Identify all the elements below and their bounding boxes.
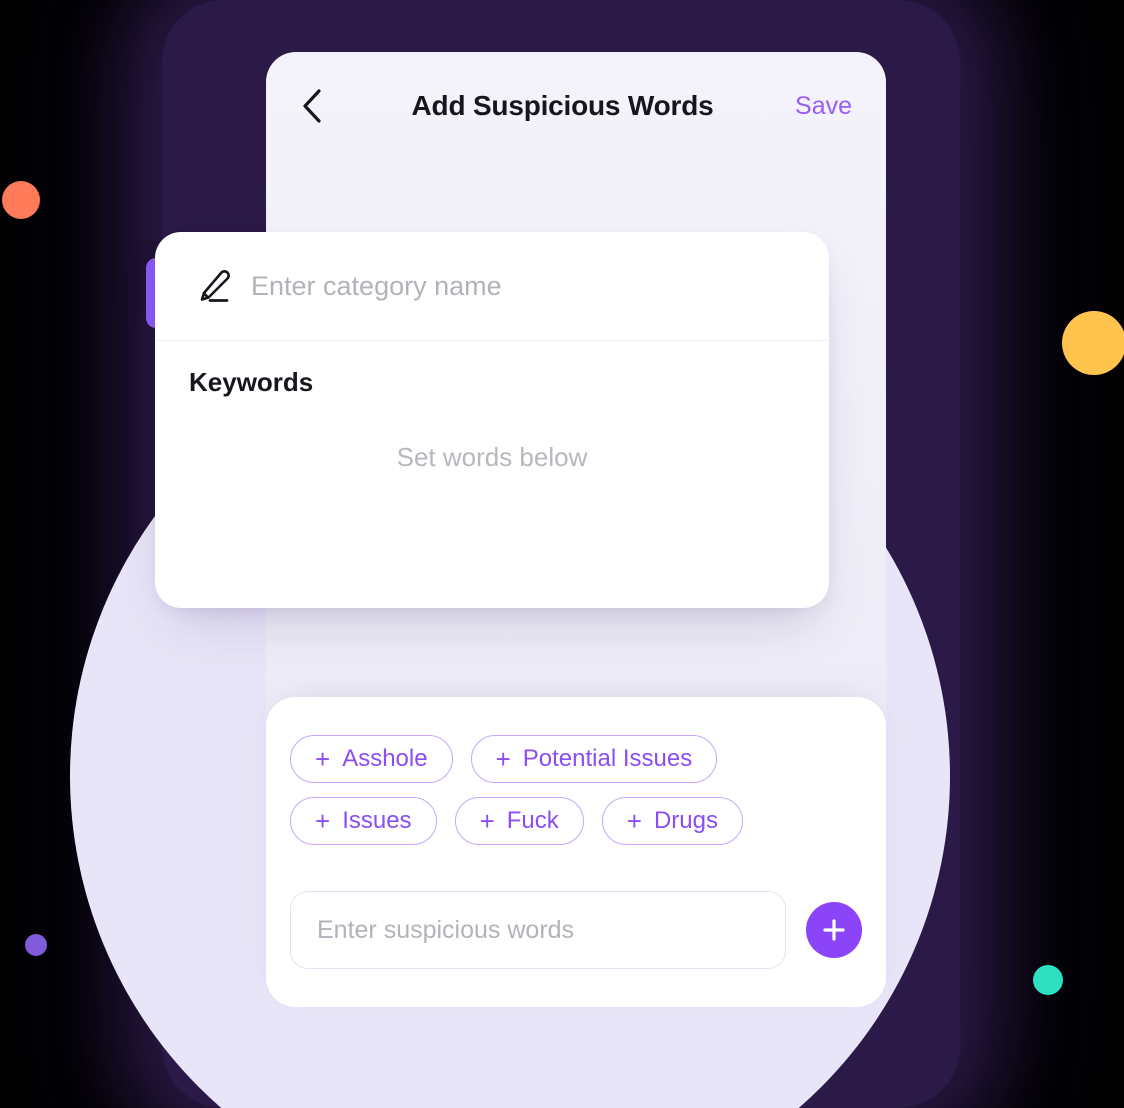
page-title: Add Suspicious Words — [411, 90, 714, 121]
purple-dot-decoration — [25, 934, 47, 956]
chip-plus-icon: + — [495, 744, 511, 774]
chevron-left-icon — [303, 89, 321, 123]
nav-bar: Add Suspicious Words Save — [266, 52, 886, 160]
suggested-words-sheet: + Asshole + Potential Issues + Issues + Fuck + Dr… — [266, 697, 886, 1007]
chip-label: Asshole — [342, 745, 428, 772]
plus-icon — [823, 919, 845, 941]
add-word-button[interactable] — [806, 902, 862, 958]
chip-label: Fuck — [506, 807, 559, 834]
screenshot-stage: Add Suspicious Words Save Keywords Set w… — [0, 0, 1124, 1108]
suggested-chip-list: + Asshole + Potential Issues + Issues + Fuck + Dr… — [290, 735, 866, 845]
chip-label: Potential Issues — [522, 745, 693, 772]
suggested-word-chip[interactable]: + Drugs — [601, 797, 743, 845]
keywords-empty-state: Set words below — [396, 442, 588, 472]
orange-dot-decoration — [2, 181, 40, 219]
teal-dot-decoration — [1033, 965, 1063, 995]
chip-plus-icon: + — [479, 806, 495, 836]
chip-label: Drugs — [653, 807, 718, 834]
add-word-row — [290, 891, 862, 969]
chip-plus-icon: + — [315, 806, 331, 836]
chip-plus-icon: + — [626, 806, 642, 836]
chip-label: Issues — [342, 807, 412, 834]
suggested-word-chip[interactable]: + Potential Issues — [470, 735, 718, 783]
category-card: Keywords Set words below — [155, 232, 829, 608]
yellow-dot-decoration — [1062, 311, 1124, 375]
save-button[interactable]: Save — [795, 92, 852, 121]
pencil-edit-icon — [189, 263, 235, 309]
suggested-word-chip[interactable]: + Issues — [290, 797, 437, 845]
chip-plus-icon: + — [315, 744, 331, 774]
suggested-word-chip[interactable]: + Asshole — [290, 735, 453, 783]
category-name-row — [155, 232, 829, 340]
keywords-section-label: Keywords — [189, 367, 314, 397]
suspicious-word-input[interactable] — [290, 891, 786, 969]
suggested-word-chip[interactable]: + Fuck — [454, 797, 584, 845]
category-name-input[interactable] — [251, 270, 795, 302]
card-divider — [155, 340, 829, 341]
